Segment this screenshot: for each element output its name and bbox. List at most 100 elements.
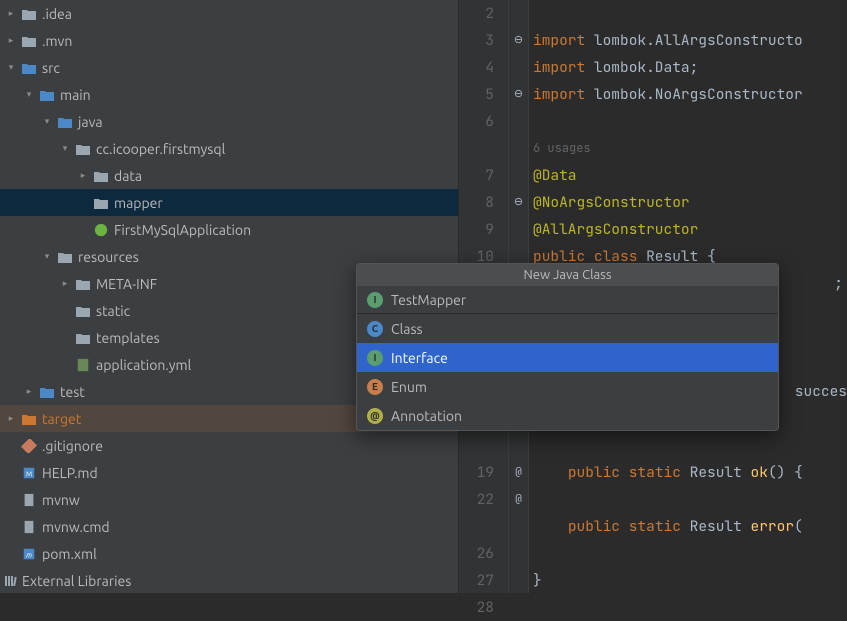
package-icon: [74, 140, 92, 158]
library-icon: [4, 573, 18, 589]
folder-icon: [20, 5, 38, 23]
tree-label: java: [78, 114, 103, 130]
tree-row-main[interactable]: ▾ main: [0, 81, 458, 108]
tree-row--gitignore[interactable]: .gitignore: [0, 432, 458, 459]
gutter-marker: [509, 594, 528, 621]
folder-icon: [74, 275, 92, 293]
gutter-marker: [509, 432, 528, 459]
gutter-marker: [509, 540, 528, 567]
gutter-marker: [509, 567, 528, 594]
chevron-right-icon[interactable]: ▸: [58, 277, 72, 291]
folder-icon: [20, 32, 38, 50]
chevron-right-icon[interactable]: ▸: [76, 169, 90, 183]
tree-row--mvn[interactable]: ▸ .mvn: [0, 27, 458, 54]
line-number: 2: [459, 0, 494, 27]
chevron-right-icon[interactable]: ▸: [22, 385, 36, 399]
tree-label: mvnw: [42, 492, 80, 508]
folder-icon: [74, 329, 92, 347]
package-icon: [92, 194, 110, 212]
kind-option-annotation[interactable]: @Annotation: [357, 401, 778, 430]
file-icon: [20, 518, 38, 536]
new-java-class-popup: New Java Class I TestMapper CClass I Inter…: [356, 263, 779, 431]
tree-row-mvnw-cmd[interactable]: mvnw.cmd: [0, 513, 458, 540]
kind-option-interface[interactable]: I Interface: [357, 343, 778, 372]
tree-label: templates: [96, 330, 160, 346]
popup-title: New Java Class: [357, 264, 778, 286]
tree-label: cc.icooper.firstmysql: [96, 141, 225, 157]
line-number: 7: [459, 162, 494, 189]
gutter-marker: [509, 0, 528, 27]
chevron-down-icon[interactable]: ▾: [4, 61, 18, 75]
gutter-marker: ⊖: [509, 189, 528, 216]
tree-row-data[interactable]: ▸ data: [0, 162, 458, 189]
gutter-marker: ⊖: [509, 27, 528, 54]
package-icon: [92, 167, 110, 185]
gutter-marker: [509, 513, 528, 540]
usage-hint: 6 usages: [533, 135, 847, 162]
tree-label: .gitignore: [42, 438, 103, 454]
line-number: 4: [459, 54, 494, 81]
line-number: 3: [459, 27, 494, 54]
line-number: 8: [459, 189, 494, 216]
line-number: [459, 513, 494, 540]
tree-label: .mvn: [42, 33, 72, 49]
kind-option-class[interactable]: CClass: [357, 314, 778, 343]
kind-option-enum[interactable]: EEnum: [357, 372, 778, 401]
folder-orange-icon: [20, 410, 38, 428]
tree-row-mapper[interactable]: mapper: [0, 189, 458, 216]
line-number: 19: [459, 459, 494, 486]
chevron-down-icon[interactable]: ▾: [22, 88, 36, 102]
chevron-down-icon[interactable]: ▾: [40, 115, 54, 129]
md-icon: M: [20, 464, 38, 482]
line-number: 26: [459, 540, 494, 567]
line-number: 27: [459, 567, 494, 594]
gutter-marker: [509, 162, 528, 189]
line-number: 22: [459, 486, 494, 513]
iface-icon: I: [367, 350, 383, 366]
tree-row-firstmysqlapplication[interactable]: FirstMySqlApplication: [0, 216, 458, 243]
tree-label: main: [60, 87, 91, 103]
chevron-right-icon[interactable]: ▸: [4, 7, 18, 21]
tree-row--idea[interactable]: ▸ .idea: [0, 0, 458, 27]
folder-blue-icon: [56, 113, 74, 131]
tree-row-java[interactable]: ▾ java: [0, 108, 458, 135]
tree-label: application.yml: [96, 357, 191, 373]
tree-row-mvnw[interactable]: mvnw: [0, 486, 458, 513]
tree-label: .idea: [42, 6, 72, 22]
kind-label: Interface: [391, 350, 448, 366]
tree-row-pom-xml[interactable]: mpom.xml: [0, 540, 458, 567]
tree-label: data: [114, 168, 142, 184]
resources-icon: [56, 248, 74, 266]
class-icon: C: [367, 321, 383, 337]
file-icon: [20, 491, 38, 509]
tree-label: pom.xml: [42, 546, 97, 562]
class-name-value[interactable]: TestMapper: [391, 292, 466, 308]
external-libraries[interactable]: External Libraries: [0, 567, 458, 593]
kind-label: Annotation: [391, 408, 462, 424]
chevron-down-icon[interactable]: ▾: [58, 142, 72, 156]
line-number: [459, 135, 494, 162]
kind-list: CClass I Interface EEnum@Annotation: [357, 314, 778, 430]
chevron-right-icon[interactable]: ▸: [4, 412, 18, 426]
gutter-marker: [509, 108, 528, 135]
gutter-marker: @: [509, 459, 528, 486]
folder-blue-icon: [38, 86, 56, 104]
chevron-down-icon[interactable]: ▾: [40, 250, 54, 264]
gutter-marker: @: [509, 486, 528, 513]
tree-label: src: [42, 60, 60, 76]
tree-label: FirstMySqlApplication: [114, 222, 251, 238]
tree-row-src[interactable]: ▾ src: [0, 54, 458, 81]
gutter-marker: ⊖: [509, 81, 528, 108]
line-number: [459, 432, 494, 459]
tree-label: target: [42, 411, 81, 427]
line-number: 9: [459, 216, 494, 243]
git-icon: [20, 437, 38, 455]
tree-label: mapper: [114, 195, 163, 211]
tree-label: HELP.md: [42, 465, 98, 481]
line-number: 28: [459, 594, 494, 621]
tree-label: resources: [78, 249, 139, 265]
class-name-input-row[interactable]: I TestMapper: [357, 286, 778, 314]
chevron-right-icon[interactable]: ▸: [4, 34, 18, 48]
tree-row-help-md[interactable]: MHELP.md: [0, 459, 458, 486]
tree-row-cc-icooper-firstmysql[interactable]: ▾ cc.icooper.firstmysql: [0, 135, 458, 162]
